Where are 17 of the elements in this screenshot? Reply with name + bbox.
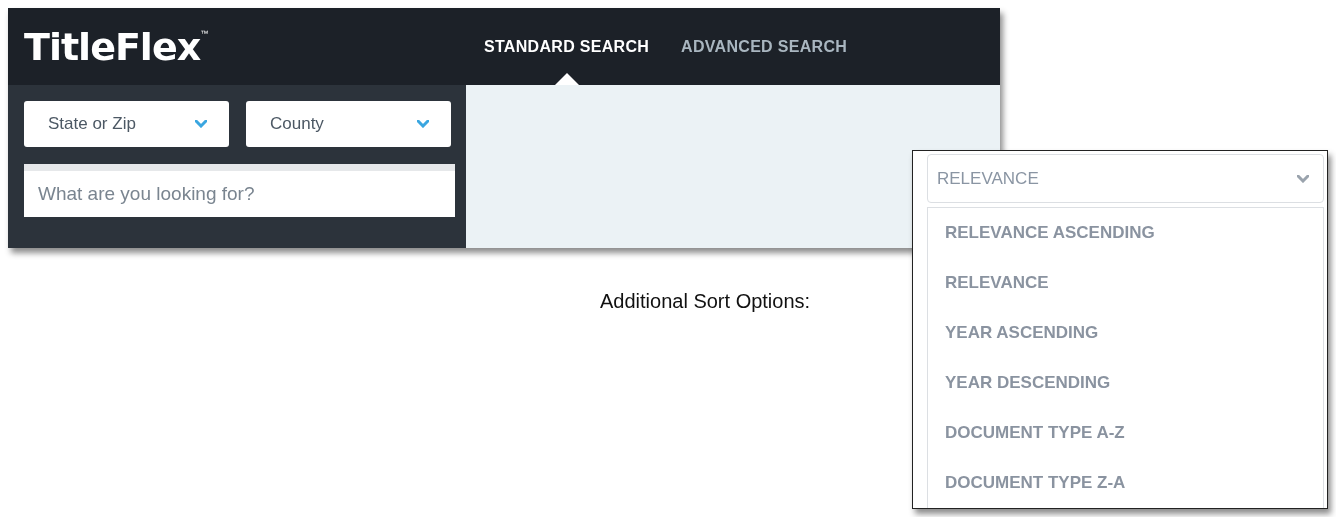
- sort-option[interactable]: YEAR DESCENDING: [928, 358, 1323, 408]
- sort-option[interactable]: YEAR ASCENDING: [928, 308, 1323, 358]
- sort-option[interactable]: RELEVANCE ASCENDING: [928, 208, 1323, 258]
- search-field[interactable]: What are you looking for?: [24, 164, 455, 217]
- sort-option[interactable]: RELEVANCE: [928, 258, 1323, 308]
- sort-option[interactable]: DOCUMENT TYPE Z-A: [928, 458, 1323, 508]
- sort-option[interactable]: DOCUMENT TYPE A-Z: [928, 408, 1323, 458]
- trademark: ™: [200, 28, 209, 38]
- sort-label: Additional Sort Options:: [600, 290, 811, 313]
- filter-dropdown[interactable]: County: [246, 101, 451, 147]
- chevron-down-icon: [195, 120, 207, 128]
- chevron-down-icon: [417, 120, 429, 128]
- search-tab[interactable]: ADVANCED SEARCH: [677, 8, 852, 85]
- filter-dropdown[interactable]: State or Zip: [24, 101, 229, 147]
- chevron-down-icon: [1297, 174, 1309, 183]
- logo: TitleFlex: [24, 24, 201, 69]
- sort-select[interactable]: RELEVANCE: [927, 154, 1324, 203]
